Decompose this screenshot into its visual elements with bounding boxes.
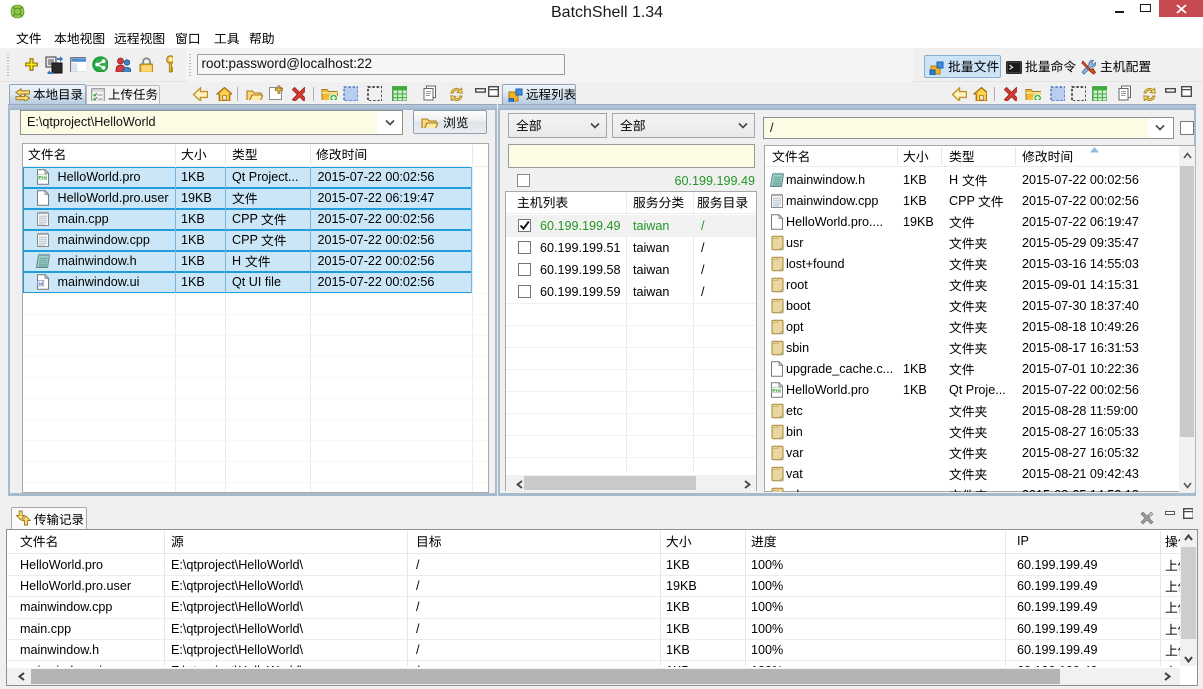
- svg-text:Pro: Pro: [772, 388, 780, 394]
- svg-text:Pro: Pro: [38, 175, 46, 181]
- svg-text:ui: ui: [39, 281, 43, 286]
